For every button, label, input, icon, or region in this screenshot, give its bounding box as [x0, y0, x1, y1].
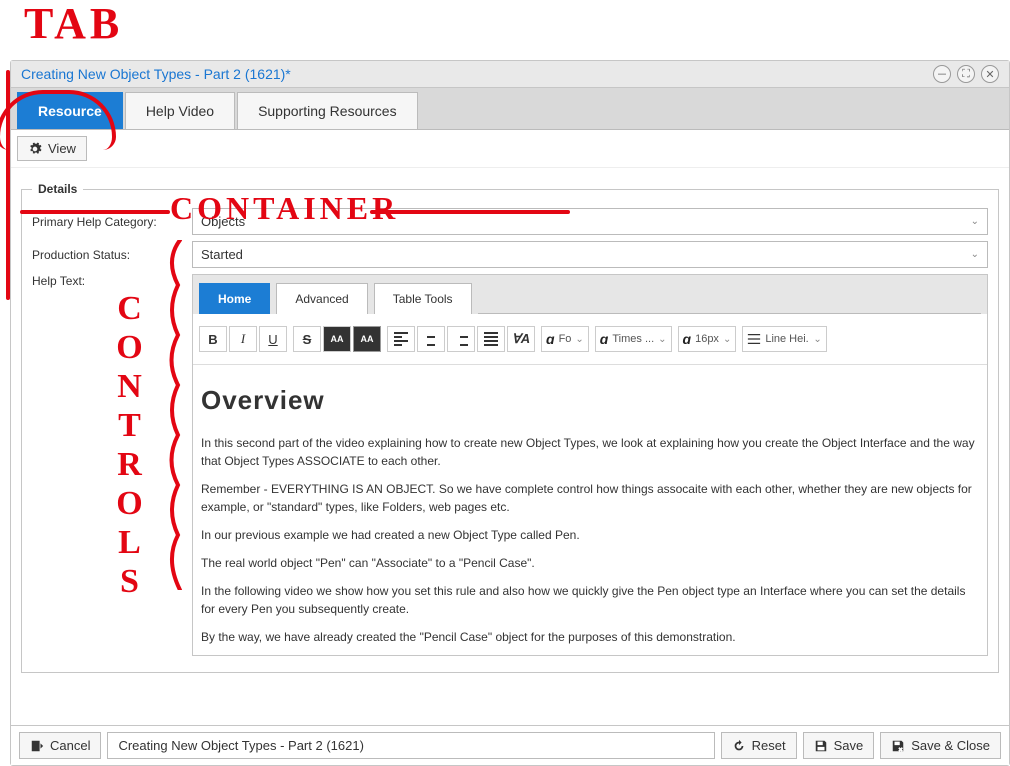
backcolor-button[interactable]: AA	[353, 326, 381, 352]
details-legend: Details	[32, 182, 83, 196]
font-icon: ɑ	[600, 331, 609, 347]
close-button[interactable]: ✕	[981, 65, 999, 83]
content-scroll[interactable]: Details Primary Help Category: Objects ⌄…	[11, 168, 1009, 725]
content-paragraph: In our previous example we had created a…	[201, 526, 979, 544]
details-fieldset: Details Primary Help Category: Objects ⌄…	[21, 182, 999, 673]
content-paragraph: Remember - EVERYTHING IS AN OBJECT. So w…	[201, 480, 979, 516]
editor-content[interactable]: Overview In this second part of the vide…	[193, 365, 987, 655]
chevron-down-icon: ⌄	[575, 334, 583, 345]
font-size-dropdown[interactable]: ɑ16px⌄	[678, 326, 737, 352]
window-title: Creating New Object Types - Part 2 (1621…	[21, 66, 291, 82]
editor-window: Creating New Object Types - Part 2 (1621…	[10, 60, 1010, 766]
save-icon	[814, 739, 828, 753]
annotation-side-line	[6, 70, 10, 300]
chevron-down-icon: ⌄	[658, 334, 666, 345]
chevron-down-icon: ⌄	[971, 216, 979, 227]
save-button[interactable]: Save	[803, 732, 875, 759]
forecolor-button[interactable]: AA	[323, 326, 351, 352]
align-center-button[interactable]	[417, 326, 445, 352]
tab-help-video[interactable]: Help Video	[125, 92, 235, 129]
content-paragraph: By the way, we have already created the …	[201, 628, 979, 646]
italic-button[interactable]: I	[229, 326, 257, 352]
minimize-button[interactable]: －	[933, 65, 951, 83]
editor-toolbar: B I U S AA AA	[193, 314, 987, 365]
align-left-button[interactable]	[387, 326, 415, 352]
dropdown-category-value: Objects	[201, 214, 245, 229]
annotation-tab: TAB	[24, 0, 123, 49]
bold-button[interactable]: B	[199, 326, 227, 352]
window-footer: Cancel Creating New Object Types - Part …	[11, 725, 1009, 765]
font-format-dropdown[interactable]: ɑFo⌄	[541, 326, 589, 352]
save-close-icon	[891, 739, 905, 753]
font-family-dropdown[interactable]: ɑTimes ...⌄	[595, 326, 672, 352]
format-icon: ɑ	[546, 331, 555, 347]
align-justify-button[interactable]	[477, 326, 505, 352]
label-category: Primary Help Category:	[32, 215, 192, 229]
cancel-icon	[30, 739, 44, 753]
chevron-down-icon: ⌄	[971, 249, 979, 260]
label-helptext: Help Text:	[32, 274, 192, 288]
save-close-button[interactable]: Save & Close	[880, 732, 1001, 759]
editor-tab-table-tools[interactable]: Table Tools	[374, 283, 472, 314]
dropdown-status[interactable]: Started ⌄	[192, 241, 988, 268]
editor-tab-advanced[interactable]: Advanced	[276, 283, 367, 314]
window-titlebar: Creating New Object Types - Part 2 (1621…	[11, 61, 1009, 88]
content-paragraph: In the following video we show how you s…	[201, 582, 979, 618]
content-heading: Overview	[201, 381, 979, 420]
row-helptext: Help Text: Home Advanced Table Tools	[32, 274, 988, 656]
footer-status: Creating New Object Types - Part 2 (1621…	[107, 732, 714, 759]
dropdown-category[interactable]: Objects ⌄	[192, 208, 988, 235]
editor-tabstrip: Home Advanced Table Tools	[193, 275, 987, 314]
annotation-container-line-right	[370, 210, 570, 214]
content-area: Details Primary Help Category: Objects ⌄…	[11, 168, 1009, 725]
content-paragraph: The real world object "Pen" can "Associa…	[201, 554, 979, 572]
line-height-dropdown[interactable]: Line Hei...⌄	[742, 326, 826, 352]
view-toolbar: View	[11, 130, 1009, 168]
chevron-down-icon: ⌄	[813, 334, 821, 345]
annotation-container-line-left	[20, 210, 170, 214]
editor-tab-home[interactable]: Home	[199, 283, 270, 314]
richtext-editor: Home Advanced Table Tools B I U	[192, 274, 988, 656]
remove-format-button[interactable]: ⱯA	[507, 326, 535, 352]
cancel-button[interactable]: Cancel	[19, 732, 101, 759]
tab-supporting-resources[interactable]: Supporting Resources	[237, 92, 418, 129]
restore-button[interactable]: ⛶	[957, 65, 975, 83]
window-buttons: － ⛶ ✕	[933, 65, 999, 83]
align-right-button[interactable]	[447, 326, 475, 352]
row-status: Production Status: Started ⌄	[32, 241, 988, 268]
chevron-down-icon: ⌄	[723, 334, 731, 345]
lineheight-icon	[747, 332, 761, 346]
strikethrough-button[interactable]: S	[293, 326, 321, 352]
size-icon: ɑ	[683, 331, 692, 347]
reset-icon	[732, 739, 746, 753]
underline-button[interactable]: U	[259, 326, 287, 352]
dropdown-status-value: Started	[201, 247, 243, 262]
label-status: Production Status:	[32, 248, 192, 262]
content-paragraph: In this second part of the video explain…	[201, 434, 979, 470]
reset-button[interactable]: Reset	[721, 732, 797, 759]
main-tabstrip: Resource Help Video Supporting Resources	[11, 88, 1009, 130]
